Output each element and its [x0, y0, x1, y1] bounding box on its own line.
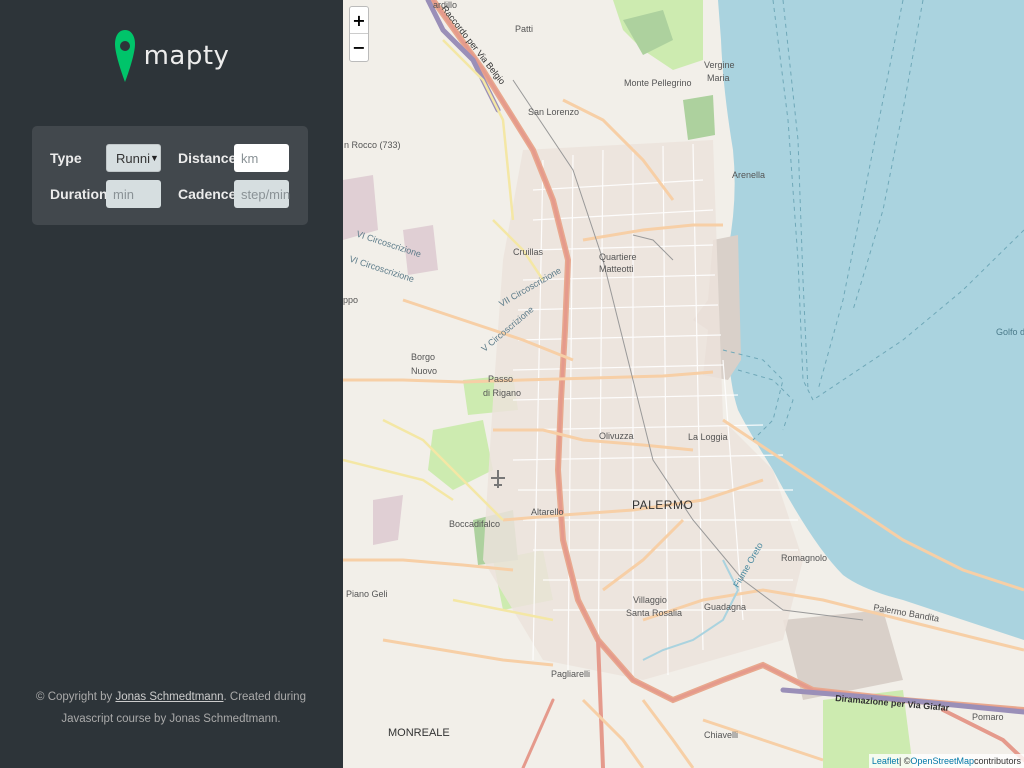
type-select-value: Runni	[116, 150, 150, 166]
map-label-piano-geli: Piano Geli	[346, 589, 388, 599]
distance-label: Distance	[178, 150, 237, 166]
attribution-separator: | ©	[898, 756, 911, 766]
map-label-olivuzza: Olivuzza	[599, 431, 634, 441]
map-label-villaggio: Villaggio	[633, 595, 667, 605]
map-label-cardillo: ardillo	[433, 0, 458, 10]
distance-placeholder: km	[241, 150, 259, 166]
distance-input[interactable]: km	[234, 144, 289, 172]
zoom-out-button[interactable]: −	[350, 34, 368, 61]
map-pin-icon	[114, 30, 135, 82]
duration-label: Duration	[50, 186, 108, 202]
map-label-patti: Patti	[515, 24, 534, 34]
map-label-san-lorenzo: San Lorenzo	[528, 107, 580, 117]
app-name: mapty	[143, 41, 230, 71]
map-label-arenella: Arenella	[732, 170, 766, 180]
map[interactable]: + − PALERMO MONREALE Patti Monte Pellegr…	[343, 0, 1024, 768]
map-label-maria: Maria	[707, 73, 730, 83]
author-link[interactable]: Jonas Schmedtmann	[115, 691, 223, 703]
cadence-input[interactable]: step/min	[234, 180, 291, 208]
map-label-matteotti: Matteotti	[599, 264, 634, 274]
copyright-prefix: © Copyright by	[36, 691, 116, 703]
logo: mapty	[114, 28, 230, 84]
map-label-golfo: Golfo di	[996, 327, 1024, 337]
cadence-placeholder: step/min	[241, 186, 291, 202]
type-label: Type	[50, 150, 82, 166]
type-select[interactable]: Runni ▼	[106, 144, 161, 172]
zoom-control: + −	[349, 6, 369, 62]
map-label-cruillas: Cruillas	[513, 247, 544, 257]
map-tiles[interactable]	[343, 0, 1024, 768]
copyright: © Copyright by Jonas Schmedtmann. Create…	[30, 686, 312, 730]
map-attribution: Leaflet | © OpenStreetMap contributors	[868, 754, 1024, 768]
map-label-santa-rosalia: Santa Rosalia	[626, 608, 683, 618]
duration-placeholder: min	[113, 186, 134, 202]
duration-input[interactable]: min	[106, 180, 161, 208]
leaflet-link[interactable]: Leaflet	[872, 756, 899, 766]
map-label-altarello: Altarello	[531, 507, 564, 517]
map-label-la-loggia: La Loggia	[688, 432, 728, 442]
map-label-monte-pellegrino: Monte Pellegrino	[624, 78, 692, 88]
sidebar: mapty Type Runni ▼ Distance km Duration …	[0, 0, 343, 768]
chevron-down-icon: ▼	[149, 153, 159, 163]
form-row-duration: Duration min	[50, 180, 162, 208]
zoom-in-button[interactable]: +	[350, 7, 368, 34]
map-label-pagliarelli: Pagliarelli	[551, 669, 591, 679]
map-label-pollo: ppo	[343, 295, 359, 305]
form-row-distance: Distance km	[178, 144, 290, 172]
form-row-cadence: Cadence step/min	[178, 180, 290, 208]
map-label-palermo: PALERMO	[632, 498, 694, 512]
osm-link[interactable]: OpenStreetMap	[910, 756, 974, 766]
map-label-chiavelli: Chiavelli	[704, 730, 739, 740]
attribution-suffix: contributors	[973, 756, 1021, 766]
map-label-monreale: MONREALE	[388, 727, 450, 739]
cadence-label: Cadence	[178, 186, 237, 202]
map-label-vergine: Vergine	[704, 60, 735, 70]
map-label-pomaro: Pomaro	[972, 712, 1004, 722]
map-label-boccadifalco: Boccadifalco	[449, 519, 501, 529]
map-label-nuovo: Nuovo	[411, 366, 438, 376]
map-label-guadagna: Guadagna	[704, 602, 747, 612]
map-label-quartiere: Quartiere	[599, 252, 637, 262]
map-label-borgo: Borgo	[411, 352, 436, 362]
map-label-di-rigano: di Rigano	[483, 388, 522, 398]
map-label-san-rocco: n Rocco (733)	[344, 140, 401, 150]
form-row-type: Type Runni ▼	[50, 144, 162, 172]
map-label-romagnolo: Romagnolo	[781, 553, 828, 563]
workout-form: Type Runni ▼ Distance km Duration min Ca…	[32, 126, 308, 225]
map-label-passo: Passo	[488, 374, 514, 384]
